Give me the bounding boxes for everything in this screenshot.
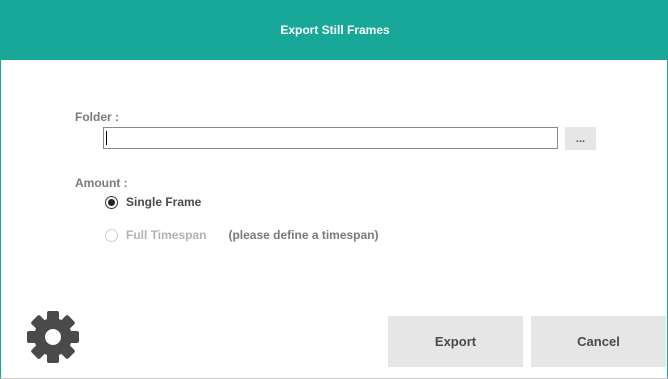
folder-label: Folder : [75,110,119,124]
timespan-hint: (please define a timespan) [228,228,379,242]
text-caret [106,131,107,145]
gear-icon[interactable] [23,307,83,367]
radio-full-timespan-label: Full Timespan [126,228,207,242]
export-button[interactable]: Export [388,316,523,367]
amount-label: Amount : [75,176,128,190]
gear-icon-graphic [27,311,79,363]
radio-unchecked-icon [105,228,118,242]
radio-single-frame[interactable]: Single Frame [105,195,201,209]
browse-folder-button[interactable]: ... [565,127,596,150]
folder-path-input[interactable] [103,127,558,149]
radio-checked-icon[interactable] [105,195,118,209]
cancel-button[interactable]: Cancel [531,316,666,367]
radio-single-frame-label: Single Frame [126,195,202,209]
dialog-title-bar: Export Still Frames [1,0,668,60]
radio-full-timespan: Full Timespan (please define a timespan) [105,228,379,242]
dialog-title: Export Still Frames [280,23,390,37]
export-still-frames-dialog: Export Still Frames Folder : ... Amount … [0,0,668,379]
